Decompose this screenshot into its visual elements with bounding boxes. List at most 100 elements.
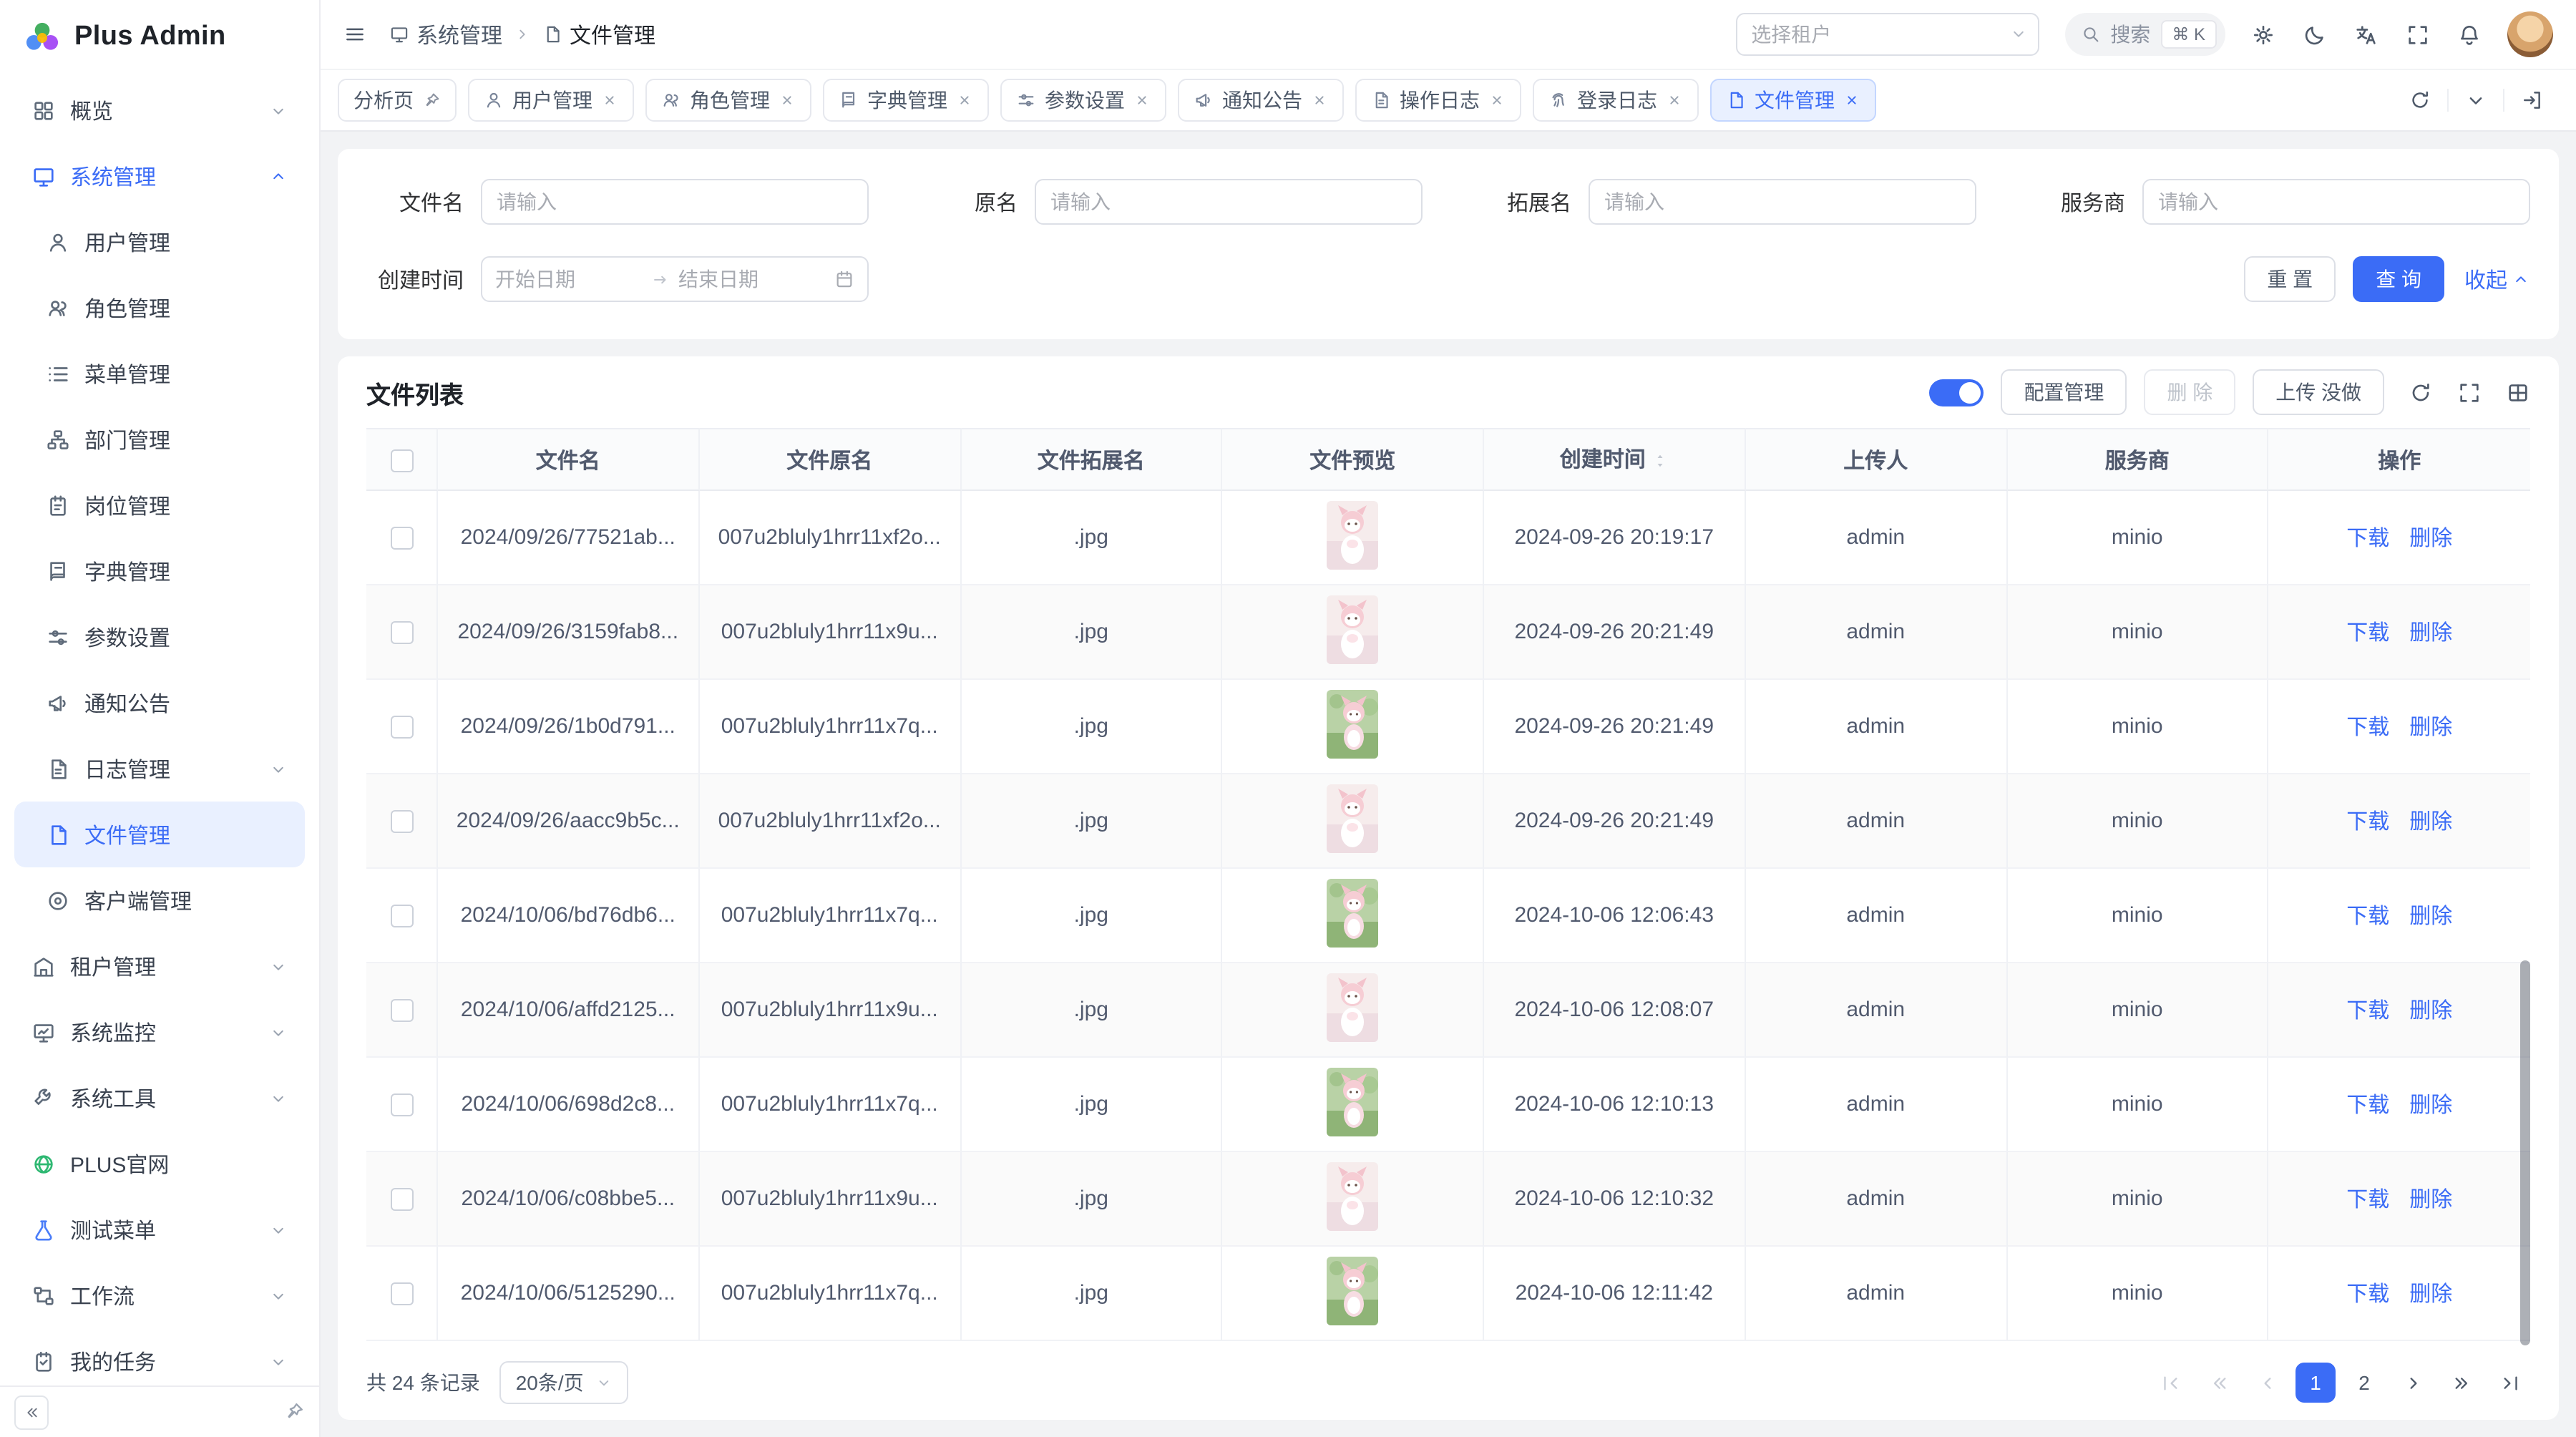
row-checkbox[interactable] [390, 999, 413, 1022]
sidebar-item-test-menu[interactable]: 测试菜单 [14, 1197, 305, 1262]
page-button-2[interactable]: 2 [2344, 1363, 2384, 1403]
preview-image[interactable] [1327, 595, 1378, 663]
tab-options-icon[interactable] [2447, 89, 2503, 112]
sidebar-item-client-management[interactable]: 客户端管理 [14, 867, 305, 933]
breadcrumb-item-system[interactable]: 系统管理 [389, 19, 502, 49]
row-checkbox[interactable] [390, 1093, 413, 1116]
delete-link[interactable]: 删除 [2409, 1282, 2452, 1307]
tab-analysis[interactable]: 分析页 [338, 79, 457, 122]
language-translate-icon[interactable] [2354, 22, 2379, 47]
close-icon[interactable] [779, 92, 796, 109]
last-page-button[interactable] [2490, 1363, 2530, 1403]
tab-dict-management[interactable]: 字典管理 [823, 79, 989, 122]
start-date-input[interactable] [495, 268, 643, 291]
delete-link[interactable]: 删除 [2409, 621, 2452, 646]
breadcrumb-item-file[interactable]: 文件管理 [542, 19, 655, 49]
download-link[interactable]: 下载 [2346, 810, 2389, 834]
notification-bell-icon[interactable] [2457, 22, 2482, 47]
sidebar-item-plus-site[interactable]: PLUS官网 [14, 1131, 305, 1197]
download-link[interactable]: 下载 [2346, 905, 2389, 929]
end-date-input[interactable] [678, 268, 826, 291]
row-checkbox[interactable] [390, 905, 413, 927]
sidebar-item-system-management[interactable]: 系统管理 [14, 143, 305, 209]
download-link[interactable]: 下载 [2346, 716, 2389, 740]
refresh-page-icon[interactable] [2393, 89, 2447, 112]
download-link[interactable]: 下载 [2346, 1188, 2389, 1212]
download-link[interactable]: 下载 [2346, 999, 2389, 1023]
page-button-1[interactable]: 1 [2296, 1363, 2336, 1403]
download-link[interactable]: 下载 [2346, 1282, 2389, 1307]
refresh-table-icon[interactable] [2409, 380, 2433, 404]
original-name-input[interactable] [1035, 179, 1423, 225]
app-logo[interactable]: Plus Admin [0, 0, 319, 74]
row-checkbox[interactable] [390, 1282, 413, 1305]
upload-button[interactable]: 上传 没做 [2253, 369, 2384, 415]
user-avatar[interactable] [2507, 11, 2553, 57]
column-header[interactable]: 创建时间 [1484, 428, 1746, 491]
preview-image[interactable] [1327, 878, 1378, 947]
hamburger-menu-icon[interactable] [343, 23, 366, 46]
sidebar-item-workflow[interactable]: 工作流 [14, 1262, 305, 1328]
collapse-filter-link[interactable]: 收起 [2464, 264, 2530, 294]
delete-link[interactable]: 删除 [2409, 905, 2452, 929]
next-page-button[interactable] [2393, 1363, 2433, 1403]
sidebar-item-user-management[interactable]: 用户管理 [14, 209, 305, 275]
pin-sidebar-icon[interactable] [283, 1401, 305, 1423]
preview-image[interactable] [1327, 689, 1378, 758]
ext-input[interactable] [1589, 179, 1976, 225]
preview-image[interactable] [1327, 973, 1378, 1041]
close-icon[interactable] [1666, 92, 1683, 109]
settings-gear-icon[interactable] [2251, 22, 2275, 47]
sidebar-item-system-tools[interactable]: 系统工具 [14, 1065, 305, 1131]
config-management-button[interactable]: 配置管理 [2001, 369, 2127, 415]
download-link[interactable]: 下载 [2346, 527, 2389, 551]
tab-param-settings[interactable]: 参数设置 [1000, 79, 1166, 122]
prev-5-pages-button[interactable] [2198, 1363, 2238, 1403]
vertical-scrollbar[interactable] [2520, 960, 2530, 1345]
close-icon[interactable] [1843, 92, 1860, 109]
sidebar-item-post-management[interactable]: 岗位管理 [14, 472, 305, 538]
first-page-button[interactable] [2150, 1363, 2190, 1403]
reset-button[interactable]: 重 置 [2244, 256, 2336, 302]
delete-link[interactable]: 删除 [2409, 1188, 2452, 1212]
delete-link[interactable]: 删除 [2409, 810, 2452, 834]
row-checkbox[interactable] [390, 810, 413, 833]
sidebar-item-tenant-management[interactable]: 租户管理 [14, 933, 305, 999]
row-checkbox[interactable] [390, 1188, 413, 1211]
page-size-select[interactable]: 20条/页 [500, 1361, 628, 1404]
sidebar-item-log-management[interactable]: 日志管理 [14, 736, 305, 802]
collapse-sidebar-button[interactable] [14, 1395, 49, 1429]
file-name-input[interactable] [481, 179, 869, 225]
tenant-select-input[interactable] [1735, 13, 2039, 56]
row-checkbox[interactable] [390, 716, 413, 739]
row-checkbox[interactable] [390, 621, 413, 644]
column-settings-icon[interactable] [2506, 380, 2530, 404]
prev-page-button[interactable] [2247, 1363, 2287, 1403]
sidebar-item-role-management[interactable]: 角色管理 [14, 275, 305, 341]
sidebar-item-my-tasks[interactable]: 我的任务 [14, 1328, 305, 1385]
delete-button[interactable]: 删 除 [2144, 369, 2235, 415]
delete-link[interactable]: 删除 [2409, 527, 2452, 551]
provider-input[interactable] [2142, 179, 2530, 225]
sidebar-item-file-management[interactable]: 文件管理 [14, 802, 305, 867]
preview-image[interactable] [1327, 1256, 1378, 1325]
close-icon[interactable] [956, 92, 973, 109]
preview-image[interactable] [1327, 500, 1378, 569]
tab-file-management[interactable]: 文件管理 [1710, 79, 1876, 122]
tab-login-log[interactable]: 登录日志 [1533, 79, 1699, 122]
sidebar-item-system-monitor[interactable]: 系统监控 [14, 999, 305, 1065]
tab-notice[interactable]: 通知公告 [1178, 79, 1344, 122]
sidebar-item-overview[interactable]: 概览 [14, 77, 305, 143]
row-checkbox[interactable] [390, 527, 413, 550]
preview-image[interactable] [1327, 1067, 1378, 1136]
preview-image[interactable] [1327, 1161, 1378, 1230]
download-link[interactable]: 下载 [2346, 621, 2389, 646]
tab-oper-log[interactable]: 操作日志 [1355, 79, 1521, 122]
sidebar-item-menu-management[interactable]: 菜单管理 [14, 341, 305, 406]
delete-link[interactable]: 删除 [2409, 999, 2452, 1023]
preview-image[interactable] [1327, 784, 1378, 852]
sidebar-item-notice[interactable]: 通知公告 [14, 670, 305, 736]
close-icon[interactable] [1311, 92, 1328, 109]
table-fullscreen-icon[interactable] [2457, 380, 2482, 404]
select-all-checkbox[interactable] [390, 449, 413, 472]
